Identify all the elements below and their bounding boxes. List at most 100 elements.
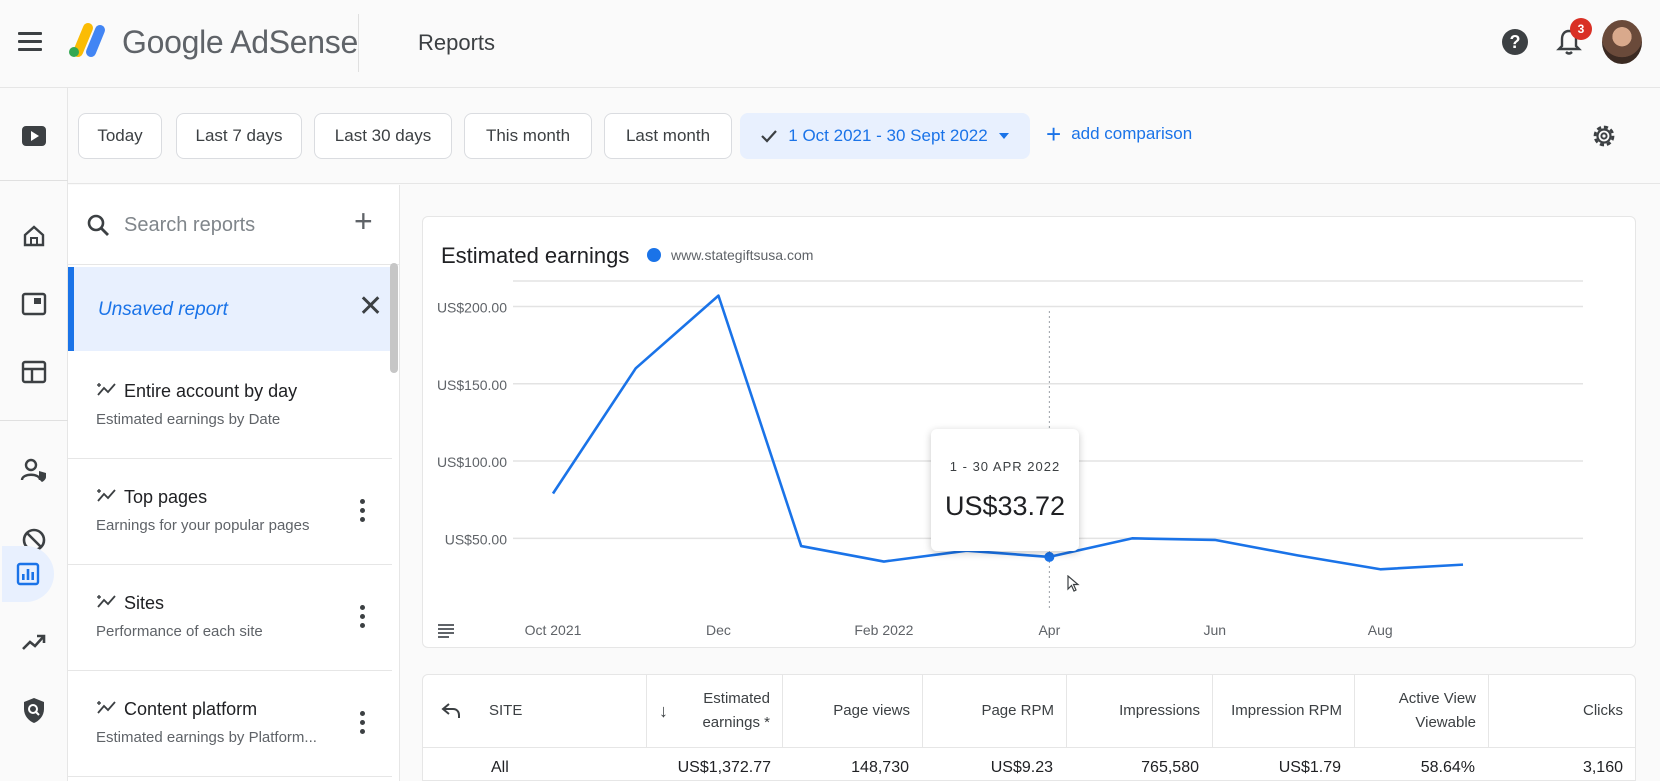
cell-clicks: 3,160 [1582, 759, 1623, 776]
report-subtitle: Estimated earnings by Date [96, 411, 281, 428]
report-title: Top pages [124, 487, 208, 507]
report-list-panel: + Unsaved report ✕ Entire account by day… [68, 185, 400, 781]
youtube-icon [22, 126, 46, 146]
y-tick-label: US$50.00 [445, 531, 507, 547]
report-item[interactable]: Sites Performance of each site [68, 565, 392, 671]
tooltip-value: US$33.72 [944, 491, 1066, 521]
close-icon[interactable]: ✕ [358, 291, 383, 323]
x-tick-label: Dec [706, 622, 731, 638]
cell-impressions: 765,580 [1141, 759, 1199, 776]
more-options-icon[interactable] [360, 605, 366, 631]
rail-ads[interactable] [0, 276, 68, 332]
rail-privacy[interactable] [0, 442, 68, 498]
more-options-icon[interactable] [360, 499, 366, 525]
date-filter-bar: Today Last 7 days Last 30 days This mont… [68, 88, 1660, 184]
x-tick-label: Oct 2021 [525, 622, 582, 638]
help-icon[interactable]: ? [1502, 29, 1528, 55]
y-tick-label: US$150.00 [437, 377, 507, 393]
table-row-divider [423, 747, 1635, 748]
unsaved-report-item[interactable]: Unsaved report ✕ [68, 267, 392, 351]
cell-site: All [491, 759, 509, 776]
rail-optimization[interactable] [0, 614, 68, 670]
mouse-cursor-icon [1067, 575, 1080, 592]
sparkle-chart-icon [97, 701, 116, 714]
header-label: Active View Viewable [1398, 690, 1476, 731]
y-tick-label: US$100.00 [437, 454, 507, 470]
search-row: + [68, 185, 400, 265]
user-avatar[interactable] [1602, 20, 1642, 64]
date-range-label: 1 Oct 2021 - 30 Sept 2022 [788, 126, 988, 145]
undo-icon[interactable] [441, 702, 461, 720]
rail-youtube-icon[interactable] [0, 108, 68, 164]
header-divider [358, 14, 359, 72]
x-tick-label: Jun [1204, 622, 1227, 638]
rail-divider [0, 420, 68, 421]
chip-last-7-days[interactable]: Last 7 days [176, 113, 302, 159]
report-item[interactable]: Top pages Earnings for your popular page… [68, 459, 392, 565]
rail-sites[interactable] [0, 344, 68, 400]
earnings-chart-card: Estimated earnings www.stategiftsusa.com… [422, 216, 1636, 648]
header-estimated-earnings[interactable]: ↓ Estimated earnings * [647, 675, 783, 747]
rail-home[interactable] [0, 208, 68, 264]
report-title: Sites [124, 593, 165, 613]
header-label: SITE [489, 702, 523, 719]
report-title: Content platform [124, 699, 258, 719]
header-page-rpm[interactable]: Page RPM [923, 675, 1067, 747]
search-icon [87, 214, 109, 236]
trending-up-icon [22, 634, 46, 650]
report-item[interactable]: Content platform Estimated earnings by P… [68, 671, 392, 777]
reports-icon [16, 562, 40, 586]
rail-divider [0, 180, 68, 181]
chip-this-month[interactable]: This month [464, 113, 592, 159]
header-label: Estimated earnings * [702, 690, 770, 731]
sparkle-chart-icon [97, 383, 116, 396]
report-table: SITE ↓ Estimated earnings * Page views P… [422, 674, 1636, 781]
report-title: Entire account by day [124, 381, 298, 401]
cell-page-views: 148,730 [851, 759, 909, 776]
header-active-view-viewable[interactable]: Active View Viewable [1355, 675, 1489, 747]
new-report-plus-icon[interactable]: + [354, 205, 373, 237]
x-tick-label: Feb 2022 [854, 622, 913, 638]
chip-today[interactable]: Today [78, 113, 162, 159]
chip-last-month[interactable]: Last month [604, 113, 732, 159]
settings-gear-icon[interactable] [1590, 122, 1618, 150]
header-clicks[interactable]: Clicks [1489, 675, 1635, 747]
top-app-bar: Google AdSense Reports ? 3 [0, 0, 1660, 88]
notification-badge: 3 [1570, 18, 1592, 40]
x-tick-label: Apr [1038, 622, 1060, 638]
search-reports-input[interactable] [124, 209, 344, 241]
add-comparison-button[interactable]: + add comparison [1046, 121, 1192, 147]
y-tick-label: US$200.00 [437, 299, 507, 315]
header-site[interactable]: SITE [423, 675, 647, 747]
sparkle-chart-icon [97, 489, 116, 502]
data-point [1044, 551, 1055, 562]
report-subtitle: Estimated earnings by Platform... [96, 729, 317, 746]
cell-page-rpm: US$9.23 [990, 759, 1053, 776]
main-menu-icon[interactable] [18, 32, 42, 52]
cell-estimated-earnings: US$1,372.77 [677, 759, 771, 776]
privacy-messaging-icon [20, 458, 46, 482]
brand-name: Google AdSense [122, 24, 358, 60]
date-range-dropdown[interactable]: 1 Oct 2021 - 30 Sept 2022 [740, 113, 1030, 159]
report-item[interactable]: Entire account by day Estimated earnings… [68, 353, 392, 459]
header-impression-rpm[interactable]: Impression RPM [1213, 675, 1355, 747]
chip-last-30-days[interactable]: Last 30 days [314, 113, 452, 159]
report-subtitle: Earnings for your popular pages [96, 517, 310, 534]
more-options-icon[interactable] [360, 711, 366, 737]
rail-policy[interactable] [0, 682, 68, 738]
header-page-views[interactable]: Page views [783, 675, 923, 747]
home-icon [23, 225, 45, 247]
page-title: Reports [418, 30, 496, 55]
check-icon [761, 130, 778, 143]
table-toggle-icon[interactable] [437, 623, 455, 639]
tooltip-date: 1 - 30 APR 2022 [949, 459, 1061, 474]
x-tick-label: Aug [1368, 622, 1393, 638]
sparkle-chart-icon [97, 595, 116, 608]
chart-tooltip: 1 - 30 APR 2022 US$33.72 [931, 429, 1079, 551]
adsense-logo-icon [69, 23, 105, 57]
header-impressions[interactable]: Impressions [1067, 675, 1213, 747]
rail-reports[interactable] [2, 546, 54, 602]
sort-arrow-down-icon: ↓ [659, 701, 668, 721]
policy-shield-icon [24, 698, 44, 723]
report-subtitle: Performance of each site [96, 623, 263, 640]
